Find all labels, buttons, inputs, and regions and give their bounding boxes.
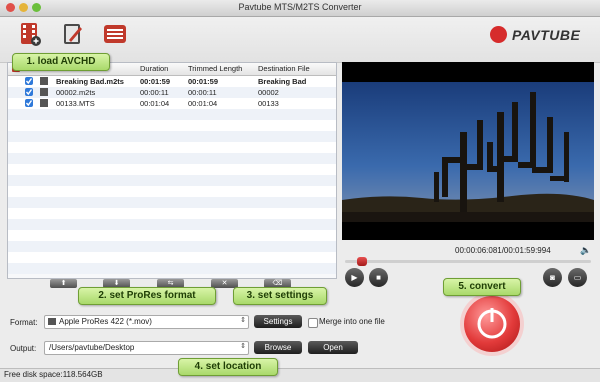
- move-up-button[interactable]: ⬆: [50, 279, 77, 288]
- file-list[interactable]: Name Duration Trimmed Length Destination…: [7, 62, 337, 279]
- volume-icon[interactable]: 🔈: [580, 245, 591, 256]
- row-name: 00133.MTS: [56, 99, 95, 108]
- row-checkbox[interactable]: [25, 77, 33, 85]
- callout-set-location: 4. set location: [178, 358, 278, 376]
- open-button[interactable]: Open: [308, 341, 358, 354]
- video-file-icon: [40, 99, 48, 107]
- edit-button[interactable]: [60, 21, 86, 47]
- load-file-button[interactable]: [17, 21, 43, 47]
- disk-space-text: Free disk space:118.564GB: [4, 370, 103, 379]
- play-button[interactable]: ▶: [345, 268, 364, 287]
- timecode: 00:00:06:081/00:01:59:994: [455, 246, 551, 255]
- status-bar: Free disk space:118.564GB: [0, 368, 600, 382]
- open-snapshot-folder-button[interactable]: ▭: [568, 268, 587, 287]
- column-header-trimmed-length[interactable]: Trimmed Length: [188, 64, 242, 73]
- row-trimmed-length: 00:01:59: [188, 77, 219, 86]
- brand-logo: PAVTUBE: [490, 26, 595, 44]
- row-destination: 00133: [258, 99, 279, 108]
- row-destination: Breaking Bad: [258, 77, 307, 86]
- row-duration: 00:01:04: [140, 99, 170, 108]
- dropdown-arrow-icon: ⇕: [240, 343, 246, 350]
- column-header-duration[interactable]: Duration: [140, 64, 168, 73]
- merge-label: Merge into one file: [319, 317, 385, 326]
- video-preview: [342, 62, 594, 240]
- row-duration: 00:01:59: [140, 77, 171, 86]
- row-checkbox[interactable]: [25, 88, 33, 96]
- output-path-value: /Users/pavtube/Desktop: [49, 343, 135, 352]
- power-icon: [477, 308, 507, 339]
- callout-load-avchd: 1. load AVCHD: [12, 53, 110, 71]
- logo-text: PAVTUBE: [512, 27, 581, 43]
- table-row[interactable]: 00002.m2ts 00:00:11 00:00:11 00002: [8, 87, 336, 98]
- task-list-icon: [104, 25, 126, 43]
- output-path-field[interactable]: /Users/pavtube/Desktop ⇕: [44, 341, 249, 355]
- format-label: Format:: [10, 318, 38, 327]
- settings-button[interactable]: Settings: [254, 315, 302, 328]
- format-icon: [48, 318, 56, 325]
- stop-button[interactable]: ■: [369, 268, 388, 287]
- preview-frame: [342, 62, 594, 240]
- row-name: Breaking Bad.m2ts: [56, 77, 124, 86]
- task-list-button[interactable]: [102, 21, 128, 47]
- table-row[interactable]: Breaking Bad.m2ts 00:01:59 00:01:59 Brea…: [8, 76, 336, 87]
- callout-set-format: 2. set ProRes format: [78, 287, 216, 305]
- row-duration: 00:00:11: [140, 88, 169, 97]
- browse-button[interactable]: Browse: [254, 341, 302, 354]
- merge-checkbox[interactable]: [308, 318, 318, 328]
- row-trimmed-length: 00:01:04: [188, 99, 218, 108]
- row-name: 00002.m2ts: [56, 88, 96, 97]
- title-bar: Pavtube MTS/M2TS Converter: [0, 0, 600, 17]
- video-file-icon: [40, 88, 48, 96]
- logo-mark-icon: [490, 26, 507, 43]
- window-title: Pavtube MTS/M2TS Converter: [238, 2, 362, 12]
- seek-bar[interactable]: [345, 260, 591, 263]
- convert-button[interactable]: [464, 296, 520, 352]
- column-header-destination-file[interactable]: Destination File: [258, 64, 310, 73]
- dropdown-arrow-icon: ⇕: [240, 317, 246, 324]
- callout-set-settings: 3. set settings: [233, 287, 327, 305]
- row-checkbox[interactable]: [25, 99, 33, 107]
- load-file-icon: [21, 23, 41, 46]
- edit-icon: [64, 24, 82, 44]
- row-destination: 00002: [258, 88, 279, 97]
- format-select[interactable]: Apple ProRes 422 (*.mov) ⇕: [44, 315, 249, 329]
- format-value: Apple ProRes 422 (*.mov): [59, 317, 152, 326]
- row-trimmed-length: 00:00:11: [188, 88, 217, 97]
- snapshot-button[interactable]: ◙: [543, 268, 562, 287]
- table-row[interactable]: 00133.MTS 00:01:04 00:01:04 00133: [8, 98, 336, 109]
- video-file-icon: [40, 77, 48, 85]
- callout-convert: 5. convert: [443, 278, 521, 296]
- seek-handle[interactable]: [356, 257, 367, 266]
- output-label: Output:: [10, 344, 37, 353]
